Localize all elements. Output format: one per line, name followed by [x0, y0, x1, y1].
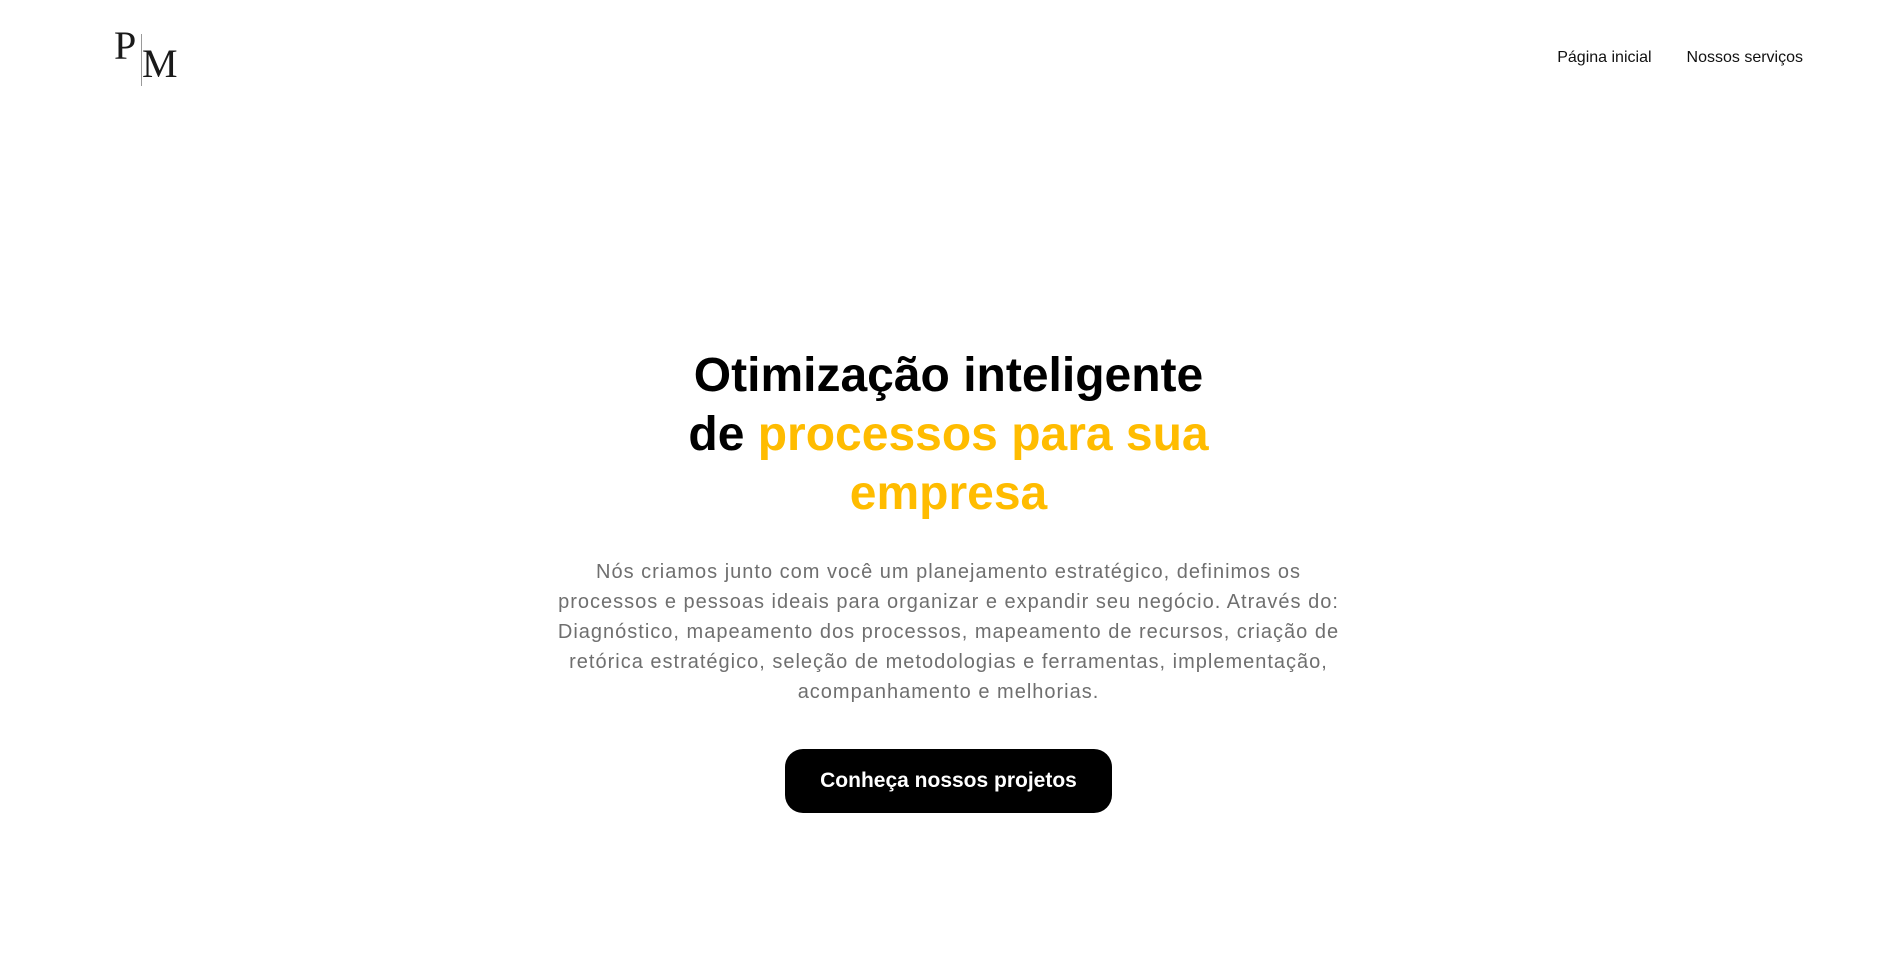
logo-letter-p: P: [114, 23, 137, 68]
logo-letter-m: M: [142, 41, 178, 86]
hero-title: Otimização inteligente de processos para…: [639, 346, 1259, 523]
hero-title-prefix: de: [688, 408, 758, 461]
hero-description: Nós criamos junto com você um planejamen…: [557, 561, 1340, 703]
hero-section: Otimização inteligente de processos para…: [0, 346, 1897, 813]
main-nav: Página inicial Nossos serviços: [1557, 48, 1803, 68]
brand-logo[interactable]: P M: [114, 26, 184, 88]
nav-link-services[interactable]: Nossos serviços: [1687, 48, 1803, 68]
nav-link-home[interactable]: Página inicial: [1557, 48, 1651, 68]
hero-title-highlight: processos para sua empresa: [757, 408, 1209, 520]
hero-title-line1: Otimização inteligente: [693, 349, 1204, 402]
projects-cta-button[interactable]: Conheça nossos projetos: [785, 749, 1112, 813]
site-header: P M Página inicial Nossos serviços: [0, 0, 1897, 118]
